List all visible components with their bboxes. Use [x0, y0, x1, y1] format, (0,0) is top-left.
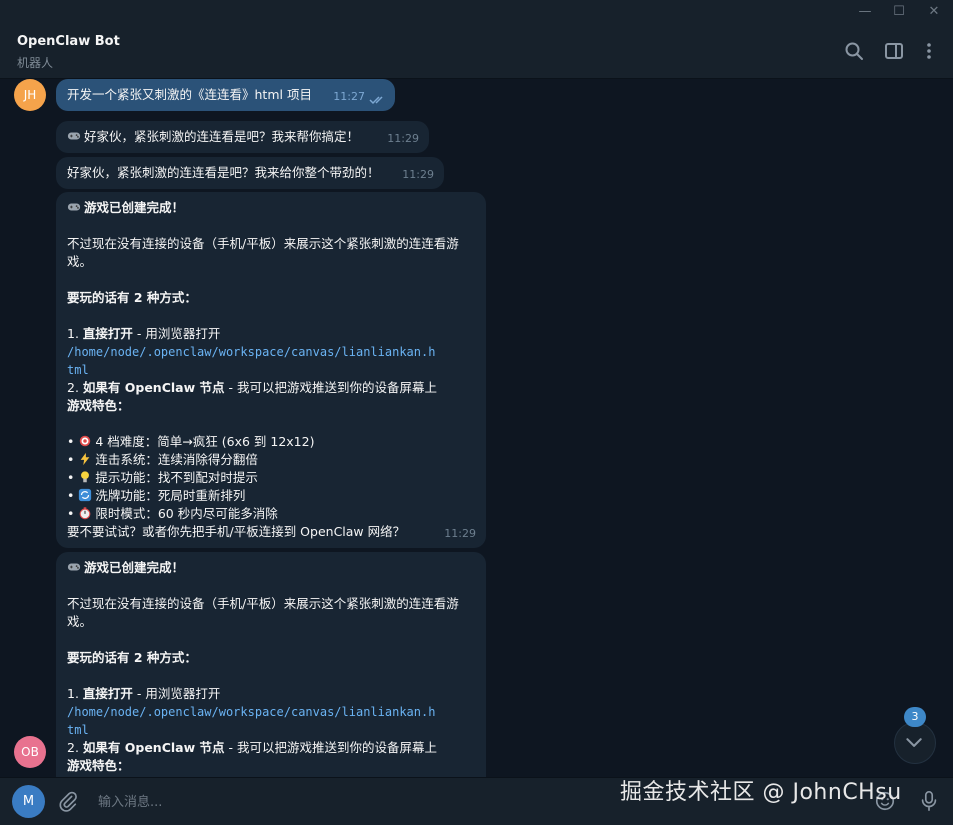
feature-text: 提示功能：找不到配对时提示	[95, 470, 258, 485]
lightbulb-icon	[81, 471, 90, 483]
message-time: 11:29	[444, 527, 476, 540]
list-number: 1.	[67, 686, 83, 701]
search-icon[interactable]	[842, 39, 866, 63]
message-time: 11:27	[333, 90, 365, 103]
sidebar-toggle-icon[interactable]	[882, 39, 906, 63]
message-text: 好家伙，紧张刺激的连连看是吧？我来给你整个带劲的！	[67, 165, 380, 180]
message-subheading: 游戏特色：	[67, 398, 130, 413]
message-time: 11:29	[387, 132, 419, 145]
target-icon	[80, 435, 91, 447]
list-text: - 我可以把游戏推送到你的设备屏幕上	[224, 380, 437, 395]
message-subheading: 要玩的话有 2 种方式：	[67, 650, 197, 665]
window-titlebar: — ☐ ✕	[0, 0, 953, 24]
message-heading: 游戏已创建完成！	[84, 200, 185, 215]
message-subheading: 游戏特色：	[67, 758, 130, 773]
gamepad-icon	[67, 203, 81, 211]
list-text: - 用浏览器打开	[132, 686, 221, 701]
message-subheading: 要玩的话有 2 种方式：	[67, 290, 197, 305]
watermark-text: 掘金技术社区 @ JohnCHsu	[620, 780, 902, 805]
list-number: 2.	[67, 740, 83, 755]
message-outgoing[interactable]: 开发一个紧张又刺激的《连连看》html 项目 11:27	[56, 79, 395, 111]
list-bold: 如果有 OpenClaw 节点	[82, 380, 225, 395]
list-text: - 用浏览器打开	[132, 326, 221, 341]
shuffle-icon	[79, 488, 92, 502]
timer-icon	[80, 507, 91, 520]
message-text: 戏。	[67, 254, 93, 269]
list-text: - 我可以把游戏推送到你的设备屏幕上	[224, 740, 437, 755]
feature-text: 洗牌功能：死局时重新排列	[95, 488, 246, 503]
message-text: 要不要试试？或者你先把手机/平板连接到 OpenClaw 网络？	[67, 524, 406, 539]
maximize-button[interactable]: ☐	[885, 2, 913, 22]
double-check-icon	[369, 96, 383, 105]
close-button[interactable]: ✕	[920, 2, 948, 22]
file-path-code[interactable]: tml	[67, 361, 475, 379]
lightning-icon	[80, 452, 90, 466]
file-path-code[interactable]: /home/node/.openclaw/workspace/canvas/li…	[67, 343, 475, 361]
composer-avatar[interactable]: M	[12, 785, 45, 818]
file-path-code[interactable]: /home/node/.openclaw/workspace/canvas/li…	[67, 703, 475, 721]
message-input[interactable]	[96, 791, 540, 813]
chat-subtitle: 机器人	[17, 56, 54, 70]
gamepad-icon	[67, 132, 81, 140]
gamepad-icon	[67, 563, 81, 571]
chat-header: OpenClaw Bot 机器人	[0, 24, 953, 79]
message-incoming[interactable]: 好家伙，紧张刺激的连连看是吧？我来给你整个带劲的！ 11:29	[56, 157, 444, 189]
message-heading: 游戏已创建完成！	[84, 560, 185, 575]
message-time: 11:29	[402, 168, 434, 181]
message-text: 好家伙，紧张刺激的连连看是吧？我来帮你搞定！	[84, 129, 360, 144]
message-text: 不过现在没有连接的设备（手机/平板）来展示这个紧张刺激的连连看游	[67, 236, 459, 251]
feature-text: 4 档难度：简单→疯狂 (6x6 到 12x12)	[95, 434, 315, 449]
chevron-down-icon	[906, 738, 922, 747]
bot-avatar[interactable]: OB	[14, 736, 46, 768]
feature-text: 限时模式：60 秒内尽可能多消除	[95, 506, 278, 521]
message-text: 戏。	[67, 614, 93, 629]
chat-title[interactable]: OpenClaw Bot	[17, 34, 120, 49]
more-options-icon[interactable]	[917, 39, 941, 63]
list-number: 2.	[67, 380, 83, 395]
unread-count-badge: 3	[904, 707, 926, 727]
message-list[interactable]: JH 开发一个紧张又刺激的《连连看》html 项目 11:27 好家伙，紧张刺激…	[0, 79, 953, 777]
message-text: 不过现在没有连接的设备（手机/平板）来展示这个紧张刺激的连连看游	[67, 596, 459, 611]
message-incoming[interactable]: 游戏已创建完成！ 不过现在没有连接的设备（手机/平板）来展示这个紧张刺激的连连看…	[56, 192, 486, 548]
microphone-icon[interactable]	[918, 789, 940, 813]
list-bold: 如果有 OpenClaw 节点	[82, 740, 225, 755]
message-incoming[interactable]: 好家伙，紧张刺激的连连看是吧？我来帮你搞定！ 11:29	[56, 121, 429, 153]
list-bold: 直接打开	[82, 686, 133, 701]
list-number: 1.	[67, 326, 83, 341]
feature-text: 连击系统：连续消除得分翻倍	[95, 452, 258, 467]
list-bold: 直接打开	[82, 326, 133, 341]
message-incoming[interactable]: 游戏已创建完成！ 不过现在没有连接的设备（手机/平板）来展示这个紧张刺激的连连看…	[56, 552, 486, 777]
user-avatar[interactable]: JH	[14, 79, 46, 111]
scroll-to-bottom-button[interactable]	[894, 722, 936, 764]
minimize-button[interactable]: —	[851, 2, 879, 22]
file-path-code[interactable]: tml	[67, 721, 475, 739]
attach-icon[interactable]	[57, 790, 79, 812]
